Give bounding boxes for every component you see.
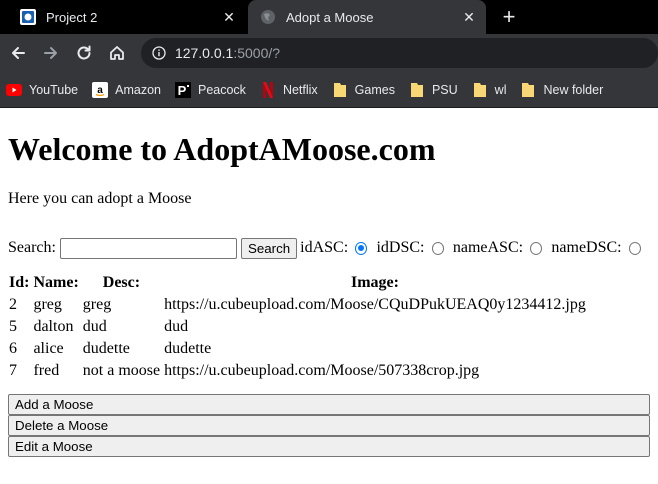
bookmark-label: Peacock — [197, 82, 246, 97]
bookmark-label: Games — [354, 82, 395, 97]
cell-image: dudette — [164, 340, 212, 357]
search-input[interactable] — [59, 237, 237, 259]
column-header-name: Name: — [33, 274, 79, 291]
page-title: Welcome to AdoptAMoose.com — [8, 131, 436, 167]
delete-moose-button[interactable]: Delete a Moose — [8, 415, 650, 436]
sort-id-dsc-label: idDSC: — [376, 239, 425, 256]
bookmark-label: Netflix — [282, 82, 318, 97]
cell-image: https://u.cubeupload.com/Moose/507338cro… — [164, 362, 480, 379]
bookmark-folder-wl[interactable]: wl — [472, 82, 507, 98]
bookmark-label: wl — [494, 82, 507, 97]
tab-project-2[interactable]: Project 2 ✕ — [8, 0, 246, 34]
cell-name: greg — [33, 296, 62, 313]
bookmark-amazon[interactable]: a Amazon — [92, 81, 161, 98]
home-icon[interactable] — [102, 38, 131, 68]
bookmark-youtube[interactable]: YouTube — [6, 82, 78, 98]
moose-table: Id: Name: Desc: Image: 2 greg greg https… — [6, 271, 589, 383]
globe-icon — [260, 9, 276, 25]
column-header-desc: Desc: — [102, 274, 141, 291]
sort-id-asc-radio[interactable] — [355, 241, 368, 255]
close-tab-icon[interactable]: ✕ — [218, 6, 240, 28]
cell-desc: dudette — [82, 340, 130, 357]
back-arrow-icon[interactable] — [4, 38, 33, 68]
cell-desc: not a moose — [82, 362, 161, 379]
amazon-icon: a — [92, 81, 109, 98]
cell-id: 2 — [9, 296, 17, 313]
cell-id: 7 — [9, 362, 17, 379]
reload-icon[interactable] — [69, 38, 98, 68]
cell-name: dalton — [33, 318, 74, 335]
bookmarks-bar: YouTube a Amazon P Peacock Netflix Games… — [0, 72, 658, 108]
youtube-icon — [6, 82, 22, 98]
folder-icon — [332, 82, 348, 98]
cell-id: 6 — [9, 340, 17, 357]
add-moose-button[interactable]: Add a Moose — [8, 394, 650, 415]
action-buttons: Add a Moose Delete a Moose Edit a Moose — [8, 394, 650, 457]
table-row: 2 greg greg https://u.cubeupload.com/Moo… — [8, 295, 587, 315]
url-path: :5000/? — [233, 45, 281, 61]
tab-title: Project 2 — [46, 9, 98, 25]
address-bar[interactable]: 127.0.0.1:5000/? — [140, 38, 658, 68]
table-row: 5 dalton dud dud — [8, 317, 587, 337]
peacock-icon: P — [174, 81, 191, 98]
search-form: Search: Search idASC: idDSC: nameASC: na… — [8, 237, 650, 259]
edit-moose-button[interactable]: Edit a Moose — [8, 436, 650, 457]
cell-desc: greg — [82, 296, 112, 313]
cell-id: 5 — [9, 318, 17, 335]
tab-strip: Project 2 ✕ Adopt a Moose ✕ + — [0, 0, 658, 34]
page-content: Welcome to AdoptAMoose.com Here you can … — [0, 131, 658, 457]
intro-text: Here you can adopt a Moose — [8, 190, 192, 207]
column-header-id: Id: — [9, 274, 30, 291]
bookmark-label: Amazon — [115, 82, 161, 97]
svg-text:a: a — [97, 85, 103, 96]
bookmark-label: New folder — [543, 82, 604, 97]
plus-icon[interactable]: + — [496, 4, 522, 30]
table-header-row: Id: Name: Desc: Image: — [8, 273, 587, 293]
url-host: 127.0.0.1 — [174, 45, 234, 61]
bookmark-label: YouTube — [29, 82, 79, 97]
project-favicon-icon — [20, 9, 36, 25]
bookmark-peacock[interactable]: P Peacock — [174, 81, 246, 98]
info-icon[interactable] — [151, 45, 167, 61]
netflix-icon — [260, 81, 276, 98]
sort-name-dsc-radio[interactable] — [628, 241, 641, 255]
cell-image: https://u.cubeupload.com/Moose/CQuDPukUE… — [164, 296, 586, 313]
sort-name-dsc-label: nameDSC: — [551, 239, 622, 256]
bookmark-folder-games[interactable]: Games — [332, 82, 395, 98]
cell-name: alice — [33, 340, 64, 357]
cell-name: fred — [33, 362, 60, 379]
forward-arrow-icon[interactable] — [37, 38, 66, 68]
folder-icon — [409, 82, 425, 98]
search-label: Search: — [8, 239, 56, 256]
tab-adopt-a-moose[interactable]: Adopt a Moose ✕ — [248, 0, 486, 34]
cell-image: dud — [164, 318, 189, 335]
folder-icon — [520, 82, 536, 98]
search-button[interactable]: Search — [240, 237, 298, 259]
bookmark-netflix[interactable]: Netflix — [260, 81, 318, 98]
browser-toolbar: 127.0.0.1:5000/? — [0, 34, 658, 72]
sort-name-asc-radio[interactable] — [530, 241, 543, 255]
tab-title: Adopt a Moose — [286, 9, 374, 25]
sort-id-dsc-radio[interactable] — [431, 241, 444, 255]
table-row: 6 alice dudette dudette — [8, 339, 587, 359]
folder-icon — [472, 82, 488, 98]
bookmark-label: PSU — [431, 82, 458, 97]
bookmark-folder-psu[interactable]: PSU — [409, 82, 458, 98]
column-header-image: Image: — [350, 274, 399, 291]
sort-id-asc-label: idASC: — [300, 239, 349, 256]
close-tab-icon[interactable]: ✕ — [458, 6, 480, 28]
svg-text:P: P — [178, 83, 187, 98]
bookmark-folder-new-folder[interactable]: New folder — [520, 82, 603, 98]
sort-name-asc-label: nameASC: — [452, 239, 524, 256]
cell-desc: dud — [82, 318, 107, 335]
table-row: 7 fred not a moose https://u.cubeupload.… — [8, 361, 587, 381]
